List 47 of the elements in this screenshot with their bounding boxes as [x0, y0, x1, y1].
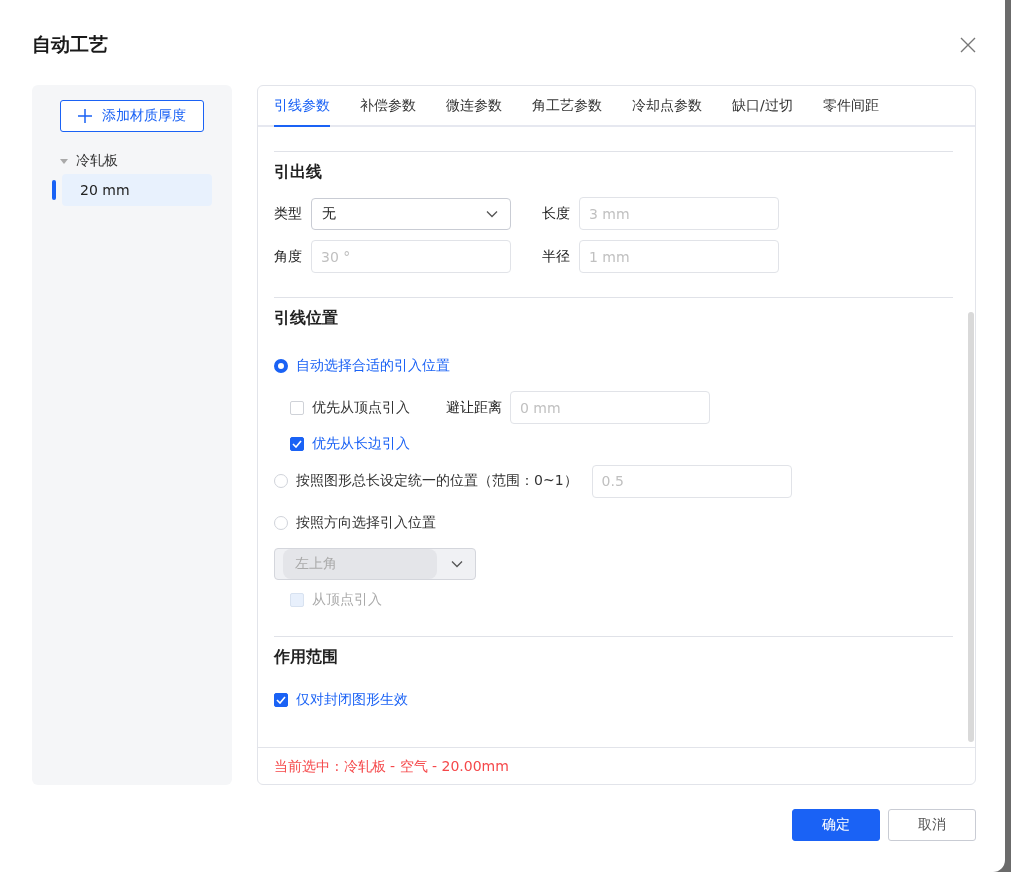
checkbox-label: 优先从长边引入	[312, 435, 410, 453]
dialog-title: 自动工艺	[32, 31, 108, 57]
field-label: 类型	[274, 204, 303, 223]
field-label: 避让距离	[446, 398, 502, 417]
selection-indicator	[52, 180, 56, 200]
tree-node[interactable]: 冷轧板	[60, 152, 232, 170]
tab[interactable]: 补偿参数	[360, 86, 416, 127]
chevron-down-icon	[451, 560, 463, 568]
tab[interactable]: 微连参数	[446, 86, 502, 127]
tab[interactable]: 缺口/过切	[732, 86, 793, 127]
status-text: 当前选中 : 冷轧板 - 空气 - 20.00mm	[258, 747, 975, 784]
tab[interactable]: 冷却点参数	[632, 86, 702, 127]
tab[interactable]: 零件间距	[822, 86, 879, 127]
radio-label: 按照方向选择引入位置	[296, 514, 436, 532]
close-icon	[960, 36, 976, 53]
checkmark-icon	[292, 440, 302, 448]
tab[interactable]: 引线参数	[274, 86, 330, 127]
select-field[interactable]: 无	[311, 197, 511, 230]
checkbox[interactable]	[274, 693, 288, 707]
checkbox-label: 仅对封闭图形生效	[296, 691, 408, 709]
plus-icon	[78, 109, 92, 123]
tree-item[interactable]: 20 mm	[62, 174, 212, 206]
radio-button[interactable]	[274, 359, 288, 373]
field-label: 半径	[542, 247, 571, 266]
radio-label: 自动选择合适的引入位置	[296, 357, 450, 375]
section-title: 引出线	[274, 162, 323, 183]
field-label: 长度	[542, 204, 571, 223]
add-thickness-button[interactable]: 添加材质厚度	[60, 100, 204, 132]
tree-label: 冷轧板	[76, 152, 118, 170]
section-title: 作用范围	[274, 647, 339, 668]
checkbox[interactable]	[290, 437, 304, 451]
scrollbar[interactable]	[968, 312, 974, 742]
radio-label: 按照图形总长设定统一的位置（范围：0~1）	[296, 472, 578, 490]
input-field[interactable]: 0.5	[591, 464, 792, 498]
section-title: 引线位置	[274, 308, 339, 329]
tab[interactable]: 角工艺参数	[532, 86, 602, 127]
checkbox-label: 从顶点引入	[312, 591, 382, 609]
confirm-button[interactable]: 确定	[792, 809, 880, 841]
input-field[interactable]: 0 mm	[510, 391, 710, 424]
field-label: 角度	[274, 247, 303, 266]
cancel-button[interactable]: 取消	[888, 809, 976, 841]
input-field[interactable]: 3 mm	[579, 197, 779, 230]
checkbox-label: 优先从顶点引入	[312, 398, 410, 417]
chevron-down-icon	[486, 209, 498, 218]
input-field[interactable]: 30 °	[311, 240, 511, 273]
checkmark-icon	[276, 696, 286, 704]
input-field[interactable]: 1 mm	[579, 240, 779, 273]
